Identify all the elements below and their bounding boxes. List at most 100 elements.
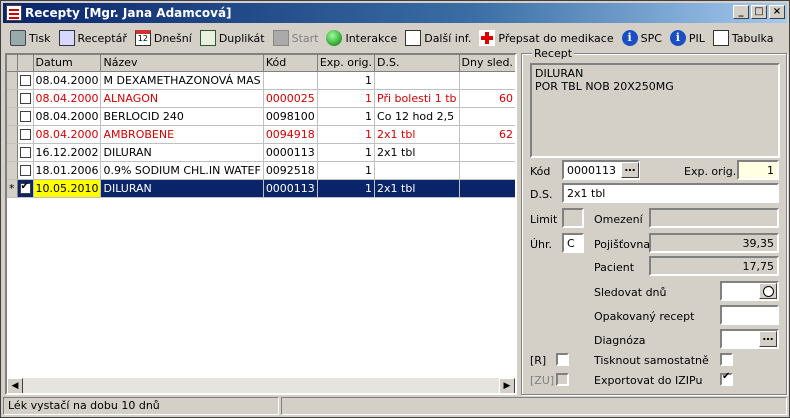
interakce-button[interactable]: Interakce <box>323 27 402 49</box>
recepty-grid[interactable]: Datum Název Kód Exp. orig. D.S. Dny sled… <box>5 53 517 395</box>
prepsat-button[interactable]: Přepsat do medikace <box>476 27 618 49</box>
cell-dny[interactable] <box>459 71 515 90</box>
cell-datum[interactable]: 10.05.2010 <box>33 179 102 198</box>
kod-lookup-button[interactable]: … <box>621 162 639 178</box>
row-checkbox[interactable] <box>17 161 34 180</box>
exp-field[interactable]: 1 <box>737 160 779 180</box>
dalsi-inf-button[interactable]: Další inf. <box>402 27 476 49</box>
column-header-nazev[interactable]: Název <box>100 55 264 72</box>
cell-exp[interactable]: 1 <box>317 179 376 198</box>
row-checkbox-box[interactable] <box>19 165 31 176</box>
table-row[interactable]: 08.04.2000 M DEXAMETHAZONOVÁ MAS 1 <box>7 71 517 90</box>
tabulka-button[interactable]: Tabulka <box>710 27 779 49</box>
table-row[interactable]: 08.04.2000 BERLOCID 240 0098100 1 Co 12 hod … <box>7 107 517 126</box>
cell-datum[interactable]: 08.04.2000 <box>33 71 102 90</box>
cell-nazev[interactable]: DILURAN <box>100 179 264 198</box>
table-row[interactable]: 18.01.2006 0.9% SODIUM CHL.IN WATEF 009251… <box>7 161 517 180</box>
cell-datum[interactable]: 16.12.2002 <box>33 143 102 162</box>
cell-exp[interactable]: 1 <box>317 143 376 162</box>
cell-kod[interactable] <box>263 71 318 90</box>
cell-dny[interactable] <box>459 179 515 198</box>
cell-nazev[interactable]: M DEXAMETHAZONOVÁ MAS <box>100 71 264 90</box>
scroll-right-button[interactable]: ▶ <box>499 378 515 393</box>
cell-dny[interactable]: 62 <box>459 125 515 144</box>
table-row[interactable]: 16.12.2002DILURAN000011312x1 tbl C <box>7 143 517 162</box>
cell-uh[interactable]: C <box>515 179 517 197</box>
cell-dny[interactable] <box>459 143 515 162</box>
row-checkbox-box[interactable] <box>19 147 31 158</box>
cell-ds[interactable]: Co 12 hod 2,5 <box>374 107 460 126</box>
cell-kod[interactable]: 0000113 <box>263 143 318 162</box>
tisknout-checkbox[interactable] <box>720 353 733 366</box>
maximize-button[interactable]: □ <box>751 5 767 19</box>
row-checkbox[interactable] <box>17 143 34 162</box>
cell-kod[interactable]: 0000113 <box>263 179 318 198</box>
row-checkbox-box[interactable] <box>19 75 31 86</box>
cell-uh[interactable]: C <box>515 107 517 125</box>
cell-ds[interactable]: 2x1 tbl <box>374 125 460 144</box>
cell-exp[interactable]: 1 <box>317 89 376 108</box>
close-button[interactable]: × <box>769 5 785 19</box>
column-header-datum[interactable]: Datum <box>33 55 102 72</box>
cell-exp[interactable]: 1 <box>317 161 376 180</box>
pil-button[interactable]: i PIL <box>667 27 710 49</box>
horizontal-scrollbar[interactable]: ◀ ▶ <box>7 377 515 393</box>
cell-ds[interactable]: 2x1 tbl <box>374 143 460 162</box>
cell-exp[interactable]: 1 <box>317 71 376 90</box>
cell-dny[interactable] <box>459 161 515 180</box>
print-button[interactable]: Tisk <box>7 27 56 49</box>
ds-field[interactable]: 2x1 tbl <box>562 183 779 203</box>
row-checkbox[interactable] <box>17 71 34 90</box>
cell-uh[interactable]: C <box>515 125 517 143</box>
row-checkbox-box[interactable] <box>19 93 31 104</box>
duplikat-button[interactable]: Duplikát <box>197 27 270 49</box>
row-checkbox[interactable] <box>17 89 34 108</box>
opakovany-field[interactable] <box>720 305 779 325</box>
cell-ds[interactable]: 2x1 tbl <box>374 179 460 198</box>
cell-datum[interactable]: 08.04.2000 <box>33 107 102 126</box>
dnesni-button[interactable]: 12 Dnešní <box>132 27 197 49</box>
start-button[interactable]: Start <box>270 27 324 49</box>
row-checkbox-box[interactable] <box>19 181 31 194</box>
row-checkbox-box[interactable] <box>19 111 31 122</box>
clock-icon[interactable] <box>759 283 777 299</box>
column-header-dny[interactable]: Dny sled. <box>459 55 515 72</box>
row-checkbox[interactable] <box>17 107 34 126</box>
cell-uh[interactable] <box>515 71 517 89</box>
cell-ds[interactable] <box>374 71 460 90</box>
minimize-button[interactable]: _ <box>733 5 749 19</box>
row-checkbox-box[interactable] <box>19 129 31 140</box>
r-checkbox[interactable] <box>556 353 569 366</box>
cell-dny[interactable] <box>459 107 515 126</box>
row-checkbox[interactable] <box>17 179 34 198</box>
column-header-ds[interactable]: D.S. <box>374 55 460 72</box>
cell-uh[interactable]: P <box>515 89 517 107</box>
uhr-field[interactable]: C <box>562 233 584 253</box>
table-row[interactable]: 08.04.2000AMBROBENE009491812x1 tbl62C <box>7 125 517 144</box>
cell-exp[interactable]: 1 <box>317 125 376 144</box>
cell-exp[interactable]: 1 <box>317 107 376 126</box>
cell-nazev[interactable]: BERLOCID 240 <box>100 107 264 126</box>
cell-uh[interactable]: C <box>515 161 517 179</box>
cell-ds[interactable]: Při bolesti 1 tb <box>374 89 460 108</box>
column-header-uh[interactable]: Úh <box>515 55 517 71</box>
column-header-kod[interactable]: Kód <box>263 55 318 72</box>
row-checkbox[interactable] <box>17 125 34 144</box>
cell-nazev[interactable]: ALNAGON <box>100 89 264 108</box>
table-row[interactable]: * 10.05.2010DILURAN000011312x1 tbl C <box>7 179 517 198</box>
exportovat-checkbox[interactable] <box>720 371 733 386</box>
cell-nazev[interactable]: AMBROBENE <box>100 125 264 144</box>
cell-datum[interactable]: 08.04.2000 <box>33 89 102 108</box>
cell-uh[interactable]: C <box>515 143 517 161</box>
cell-datum[interactable]: 18.01.2006 <box>33 161 102 180</box>
cell-kod[interactable]: 0098100 <box>263 107 318 126</box>
receptar-button[interactable]: Receptář <box>56 27 132 49</box>
cell-datum[interactable]: 08.04.2000 <box>33 125 102 144</box>
cell-kod[interactable]: 0092518 <box>263 161 318 180</box>
cell-nazev[interactable]: DILURAN <box>100 143 264 162</box>
spc-button[interactable]: i SPC <box>619 27 667 49</box>
scroll-left-button[interactable]: ◀ <box>7 378 23 393</box>
cell-kod[interactable]: 0000025 <box>263 89 318 108</box>
table-row[interactable]: 08.04.2000 ALNAGON 0000025 1 Při bolesti 1 t… <box>7 89 517 108</box>
cell-dny[interactable]: 60 <box>459 89 515 108</box>
